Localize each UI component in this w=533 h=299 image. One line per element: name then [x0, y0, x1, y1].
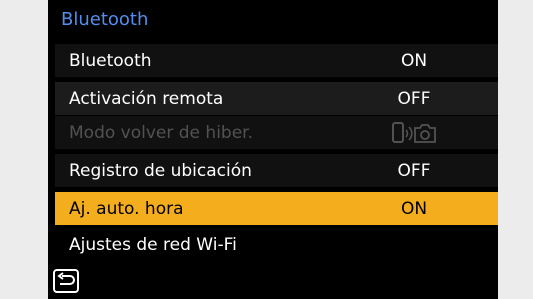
menu-item-bluetooth[interactable]: Bluetooth ON: [55, 44, 498, 77]
phone-camera-link-icon: [392, 122, 436, 143]
menu-item-value: OFF: [397, 89, 431, 109]
menu-item-label: Activación remota: [69, 89, 224, 109]
menu-item-value: OFF: [397, 161, 431, 181]
menu-title: Bluetooth: [61, 9, 149, 30]
menu-item-auto-time[interactable]: Aj. auto. hora ON: [55, 192, 498, 225]
menu-item-value: ON: [400, 51, 428, 71]
back-button[interactable]: [53, 269, 79, 293]
menu-item-hibernation-return: Modo volver de hiber.: [55, 116, 498, 149]
menu-item-location-logging[interactable]: Registro de ubicación OFF: [55, 154, 498, 187]
menu-item-label: Ajustes de red Wi-Fi: [69, 235, 237, 255]
menu-item-value: ON: [400, 199, 428, 219]
return-arrow-icon: [57, 272, 75, 285]
menu-item-wifi-network-settings[interactable]: Ajustes de red Wi-Fi: [55, 228, 498, 261]
menu-item-remote-wakeup[interactable]: Activación remota OFF: [55, 82, 498, 115]
menu-item-label: Aj. auto. hora: [69, 199, 184, 219]
menu-item-label: Bluetooth: [69, 51, 152, 71]
menu-item-label: Registro de ubicación: [69, 161, 252, 181]
camera-menu-screen: Bluetooth Bluetooth ON Activación remota…: [48, 0, 498, 299]
menu-item-label: Modo volver de hiber.: [69, 123, 253, 143]
